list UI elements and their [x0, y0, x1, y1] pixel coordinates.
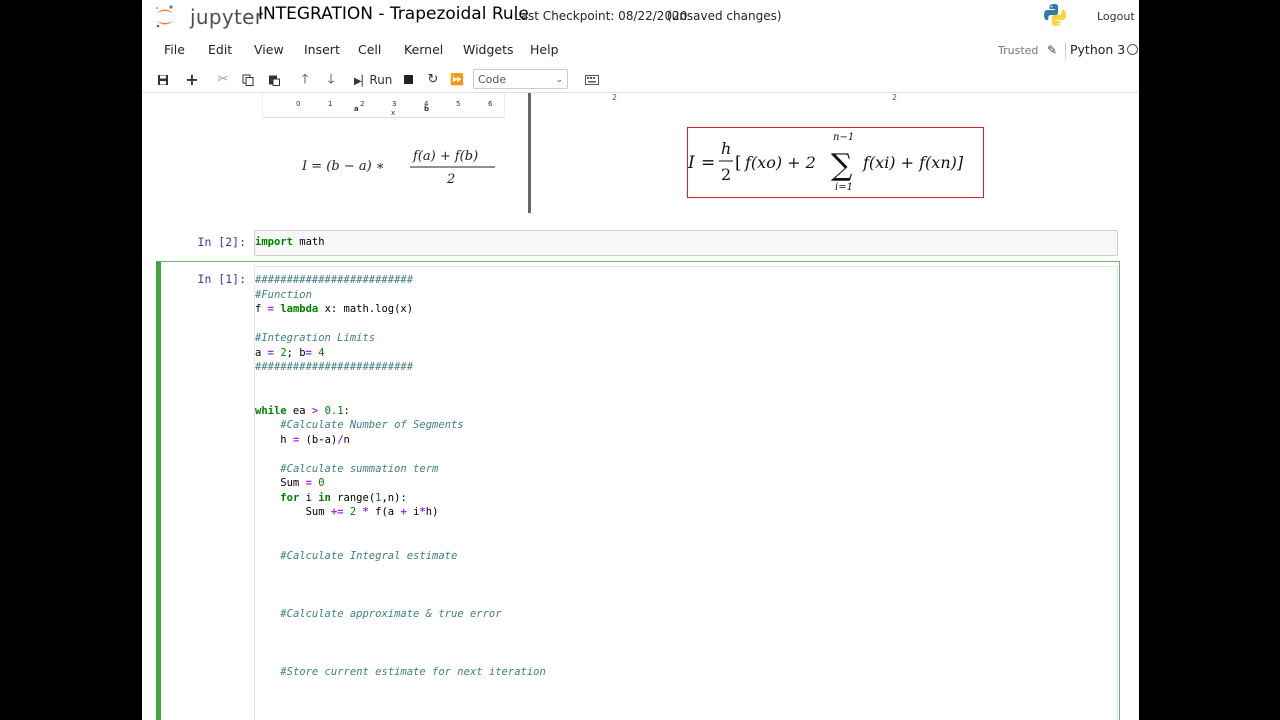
save-button[interactable]: [150, 68, 176, 92]
restart-icon: ↻: [427, 72, 439, 87]
code-line-import: import math: [255, 236, 325, 248]
menu-edit[interactable]: Edit: [208, 42, 232, 57]
cell-prompt: In [1]:: [197, 272, 246, 286]
menu-widgets[interactable]: Widgets: [463, 42, 514, 57]
chevron-down-icon: ⌄: [555, 75, 563, 85]
jupyter-logo-icon: [156, 5, 173, 28]
arrow-down-icon: 🡓: [327, 72, 335, 87]
paste-button[interactable]: [261, 68, 287, 92]
svg-text:2: 2: [721, 165, 731, 184]
logout-button[interactable]: Logout: [1087, 5, 1139, 29]
formula-graphic: I = h 2 [ f(xo) + 2 n−1 ∑ i=1 f(xi) + f(…: [687, 132, 964, 193]
image-divider: [528, 93, 531, 213]
interrupt-button[interactable]: [396, 68, 420, 92]
svg-text:f(xo) + 2: f(xo) + 2: [744, 153, 816, 172]
cell-prompt: In [2]:: [197, 235, 246, 249]
kernel-name[interactable]: Python 3: [1070, 42, 1125, 57]
svg-text:[: [: [735, 153, 742, 173]
jupyter-logo[interactable]: jupyter: [154, 3, 264, 31]
run-button[interactable]: ▶▏Run: [349, 68, 397, 92]
pencil-icon[interactable]: ✎: [1047, 43, 1057, 57]
trapezoid-formula: I = (b − a) ∗ f(a) + f(b) 2: [302, 149, 495, 187]
kernel-divider: [1065, 43, 1066, 59]
plus-icon: +: [185, 70, 199, 89]
run-label: Run: [369, 73, 393, 87]
save-icon: [158, 75, 168, 85]
trusted-indicator[interactable]: Trusted: [998, 44, 1038, 57]
notebook-page: jupyter INTEGRATION - Trapezoidal Rule L…: [142, 0, 1139, 720]
cell-type-value: Code: [478, 73, 507, 86]
axis-tick: 3: [392, 100, 397, 108]
python-logo-icon: [1044, 4, 1066, 26]
code-editor[interactable]: ######################### #Function f = …: [254, 266, 1118, 720]
markdown-cell[interactable]: 0 1 2 3 4 5 6 a x b I = (b − a) ∗ f(a) +…: [142, 93, 1139, 221]
move-down-button[interactable]: 🡓: [318, 68, 344, 92]
svg-text:n−1: n−1: [833, 132, 854, 143]
notebook-container: 0 1 2 3 4 5 6 a x b I = (b − a) ∗ f(a) +…: [142, 93, 1139, 720]
restart-run-all-button[interactable]: ⏩: [445, 68, 469, 92]
axis-tick: 0: [296, 100, 301, 108]
copy-icon: [242, 74, 254, 86]
stop-icon: [403, 75, 413, 84]
svg-text:i=1: i=1: [835, 182, 853, 193]
code-cell-selected[interactable]: In [1]: ######################### #Funct…: [156, 261, 1122, 720]
svg-text:I: I: [688, 153, 695, 173]
axis-tick: 2: [360, 100, 365, 108]
svg-text:=: =: [701, 153, 715, 173]
svg-text:f(xi) + f(xn)]: f(xi) + f(xn)]: [862, 153, 964, 172]
axis-tick: 6: [488, 100, 493, 108]
kernel-status-icon: [1127, 44, 1138, 55]
code-module-name: math: [299, 236, 325, 248]
notebook-title[interactable]: INTEGRATION - Trapezoidal Rule: [258, 4, 529, 24]
move-up-button[interactable]: 🡑: [292, 68, 318, 92]
fast-forward-icon: ⏩: [450, 73, 464, 86]
cut-button[interactable]: ✂: [210, 68, 236, 92]
jupyter-logo-text: jupyter: [190, 5, 264, 29]
axis-tick: 5: [456, 100, 461, 108]
axis-label-b: b: [424, 105, 430, 113]
menu-help[interactable]: Help: [530, 42, 559, 57]
toolbar: + ✂ 🡑 🡓 ▶▏Run ↻ ⏩ Code ⌄: [142, 66, 1139, 92]
svg-text:∑: ∑: [831, 148, 853, 183]
copy-button[interactable]: [235, 68, 261, 92]
svg-text:f(a) + f(b): f(a) + f(b): [412, 149, 478, 164]
cropped-text: 2: [892, 93, 898, 102]
menu-insert[interactable]: Insert: [304, 42, 340, 57]
svg-text:2: 2: [446, 172, 455, 187]
menu-cell[interactable]: Cell: [358, 42, 381, 57]
axis-label-a: a: [354, 105, 359, 113]
menu-view[interactable]: View: [254, 42, 284, 57]
cell-type-select[interactable]: Code ⌄: [473, 69, 568, 89]
command-palette-button[interactable]: [579, 68, 605, 92]
unsaved-changes-status: (unsaved changes): [667, 9, 782, 23]
axis-label-x: x: [391, 109, 396, 117]
insert-cell-button[interactable]: +: [179, 68, 205, 92]
axis-tick: 1: [328, 100, 333, 108]
composite-trapezoid-formula: I = h 2 [ f(xo) + 2 n−1 ∑ i=1 f(xi) + f(…: [687, 127, 984, 198]
menubar: File Edit View Insert Cell Kernel Widget…: [142, 38, 1139, 62]
menu-kernel[interactable]: Kernel: [404, 42, 443, 57]
code-cell[interactable]: In [2]: import math: [156, 230, 1118, 256]
menu-file[interactable]: File: [164, 42, 185, 57]
cropped-text: 2: [612, 93, 618, 102]
code-text: ######################### #Function f = …: [255, 274, 546, 678]
cut-icon: ✂: [217, 72, 229, 87]
svg-text:h: h: [721, 139, 731, 158]
paste-icon: [269, 75, 280, 86]
arrow-up-icon: 🡑: [301, 72, 309, 87]
svg-text:I = (b − a) ∗: I = (b − a) ∗: [302, 159, 385, 174]
keyboard-icon: [585, 75, 599, 85]
plot-image: 0 1 2 3 4 5 6 a x b: [262, 93, 505, 118]
restart-button[interactable]: ↻: [421, 68, 445, 92]
checkpoint-status: Last Checkpoint: 08/22/2020: [514, 9, 688, 23]
code-editor[interactable]: import math: [254, 230, 1118, 256]
run-icon: ▶▏: [354, 76, 370, 87]
notebook-header: jupyter INTEGRATION - Trapezoidal Rule L…: [142, 0, 1139, 33]
